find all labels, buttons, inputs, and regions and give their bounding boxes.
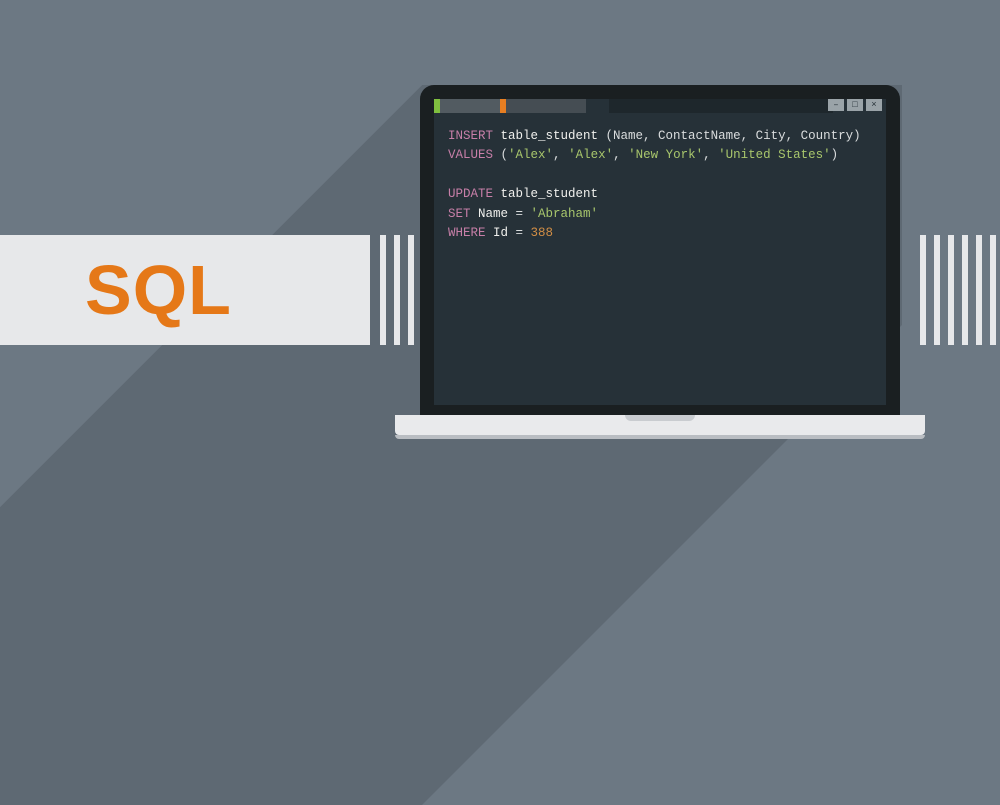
laptop-base <box>395 415 925 435</box>
code-editor: – □ × INSERT table_student (Name, Contac… <box>434 99 886 405</box>
title-band: SQL <box>0 235 370 345</box>
kw-values: VALUES <box>448 148 493 162</box>
kw-where: WHERE <box>448 226 486 240</box>
maximize-icon[interactable]: □ <box>847 99 863 111</box>
close-icon[interactable]: × <box>866 99 882 111</box>
window-controls: – □ × <box>828 99 882 111</box>
stripes-right <box>920 235 996 345</box>
editor-tab-bar <box>434 99 594 113</box>
laptop-foot <box>395 435 925 439</box>
kw-update: UPDATE <box>448 187 493 201</box>
editor-tab-well <box>609 99 833 113</box>
minimize-icon[interactable]: – <box>828 99 844 111</box>
code-block: INSERT table_student (Name, ContactName,… <box>448 127 876 243</box>
kw-insert: INSERT <box>448 129 493 143</box>
page-title: SQL <box>85 250 232 330</box>
stripes-left <box>380 235 414 345</box>
laptop: – □ × INSERT table_student (Name, Contac… <box>420 85 900 439</box>
screen-frame: – □ × INSERT table_student (Name, Contac… <box>420 85 900 415</box>
kw-set: SET <box>448 207 471 221</box>
